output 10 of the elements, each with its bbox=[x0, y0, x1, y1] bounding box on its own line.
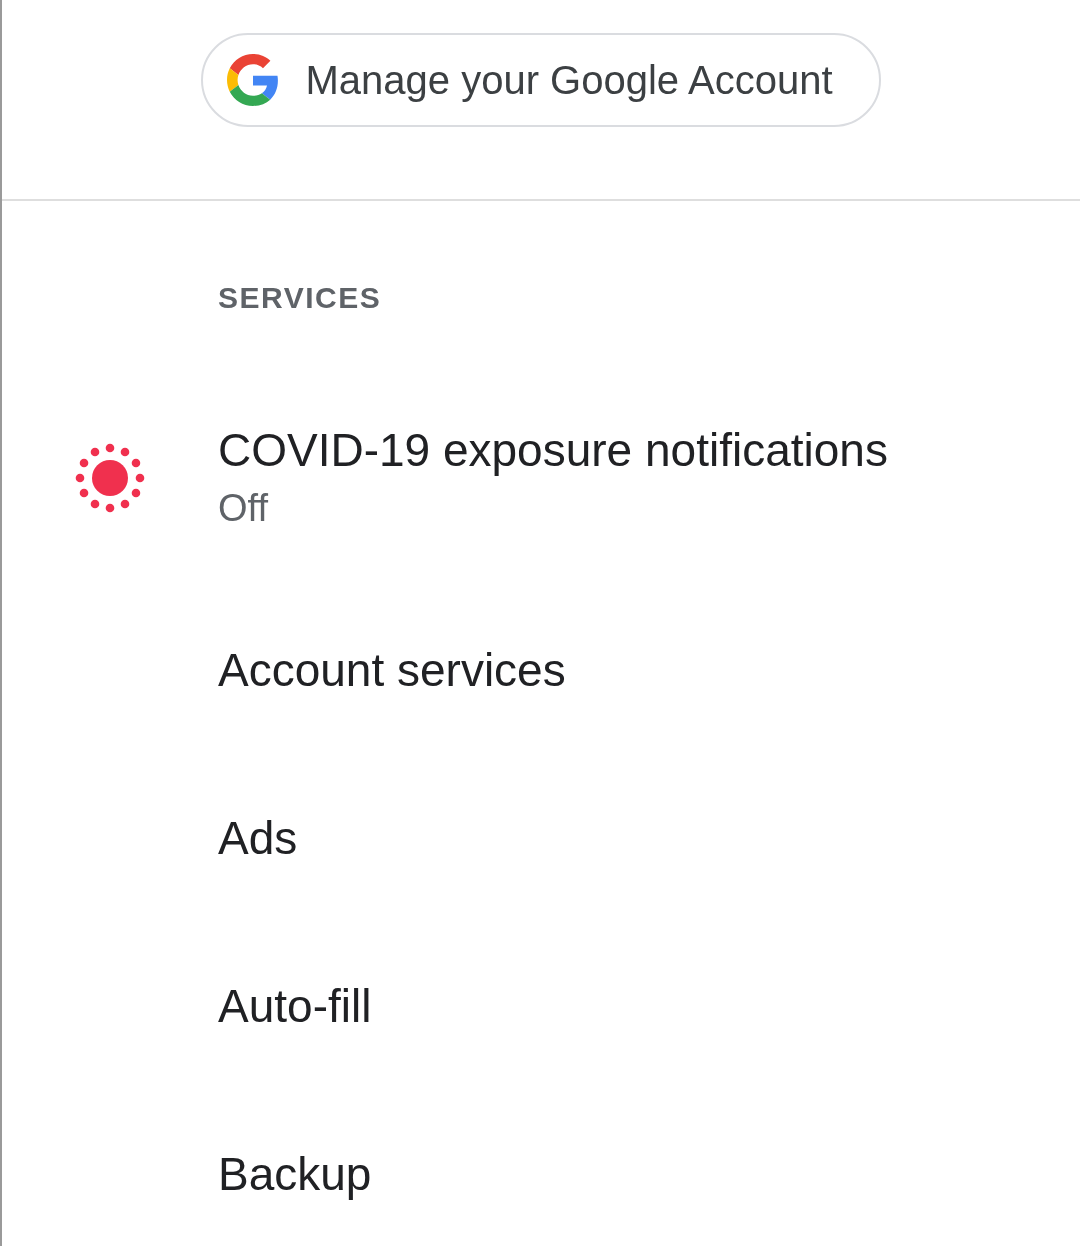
section-heading: SERVICES bbox=[217, 280, 383, 316]
menu-item-title[interactable]: Backup bbox=[218, 1144, 372, 1204]
exposure-notification-icon bbox=[74, 442, 146, 514]
menu-item-title[interactable]: Account services bbox=[218, 640, 566, 700]
menu-item-title[interactable]: Ads bbox=[218, 808, 298, 868]
manage-account-button[interactable]: Manage your Google Account bbox=[201, 33, 881, 127]
menu-item-title[interactable]: COVID-19 exposure notifications bbox=[218, 420, 888, 480]
google-g-icon bbox=[227, 54, 280, 106]
menu-item-status: Off bbox=[218, 486, 269, 531]
menu-item-title[interactable]: Auto-fill bbox=[218, 976, 372, 1036]
